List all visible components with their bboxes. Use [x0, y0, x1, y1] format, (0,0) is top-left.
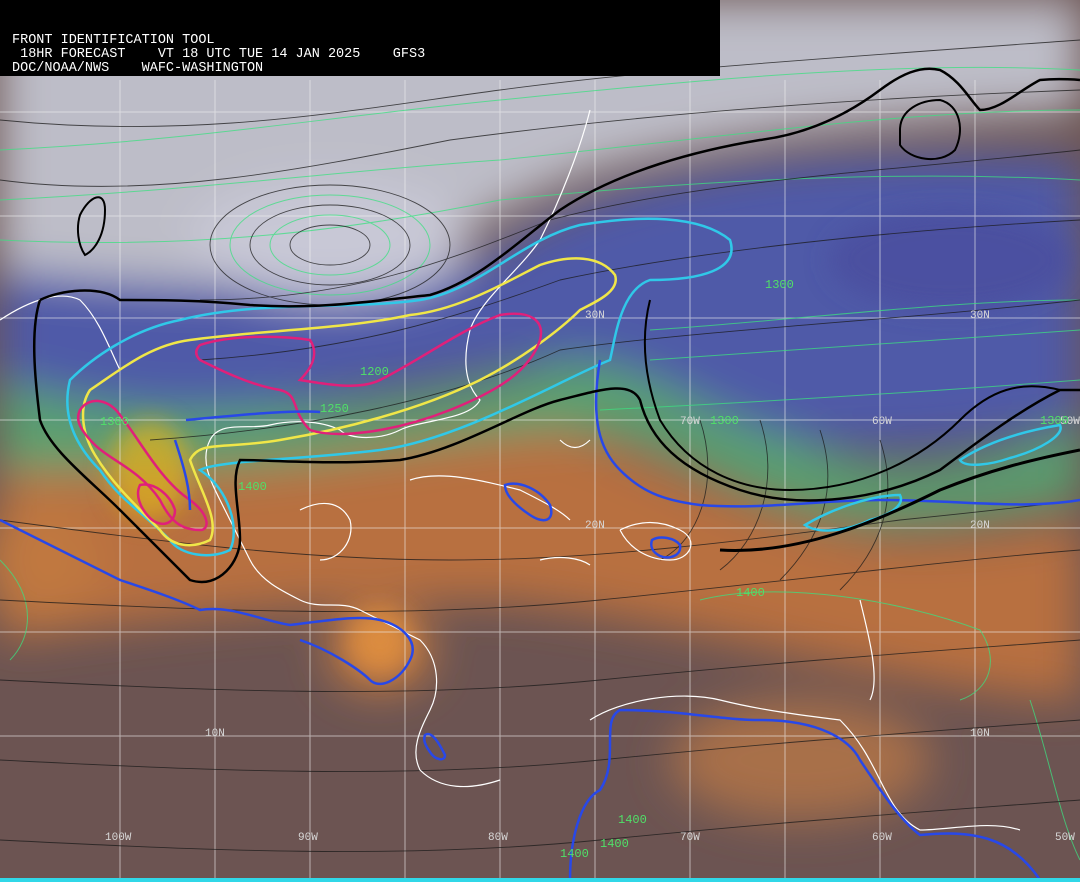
- contour-label-1300-b: 1300: [710, 414, 739, 428]
- lon-label-60w-mid: 60W: [872, 416, 892, 428]
- contour-label-1400-a: 1400: [238, 480, 267, 494]
- lat-label-30n-b: 30N: [970, 310, 990, 322]
- lon-label-100w: 100W: [105, 832, 132, 844]
- forecast-map: 30N 30N 20N 20N 10N 10N 100W 90W 80W 70W…: [0, 0, 1080, 882]
- lat-label-20n-b: 20N: [970, 520, 990, 532]
- contour-label-1400-d: 1400: [600, 837, 629, 851]
- contour-label-1400-e: 1400: [560, 847, 589, 861]
- lat-label-20n-a: 20N: [585, 520, 605, 532]
- lon-label-50w: 50W: [1055, 832, 1075, 844]
- bottom-border: [0, 878, 1080, 882]
- title-line-source: DOC/NOAA/NWS WAFC-WASHINGTON: [12, 61, 264, 76]
- contour-label-1400-b: 1400: [736, 586, 765, 600]
- contour-label-1250: 1250: [320, 402, 349, 416]
- lon-label-70w: 70W: [680, 832, 700, 844]
- lon-label-90w: 90W: [298, 832, 318, 844]
- contour-label-1400-c: 1400: [618, 813, 647, 827]
- contour-label-1300-c: 1300: [765, 278, 794, 292]
- contour-label-1300: 1300: [100, 415, 129, 429]
- title-block: FRONT IDENTIFICATION TOOL 18HR FORECAST …: [0, 0, 720, 76]
- lon-label-60w: 60W: [872, 832, 892, 844]
- lon-label-70w-mid: 70W: [680, 416, 700, 428]
- lat-label-10n-a: 10N: [205, 728, 225, 740]
- lat-label-30n-a: 30N: [585, 310, 605, 322]
- lon-label-80w: 80W: [488, 832, 508, 844]
- lat-label-10n-b: 10N: [970, 728, 990, 740]
- contour-label-1200: 1200: [360, 365, 389, 379]
- contour-label-1300-d: 1300: [1040, 414, 1069, 428]
